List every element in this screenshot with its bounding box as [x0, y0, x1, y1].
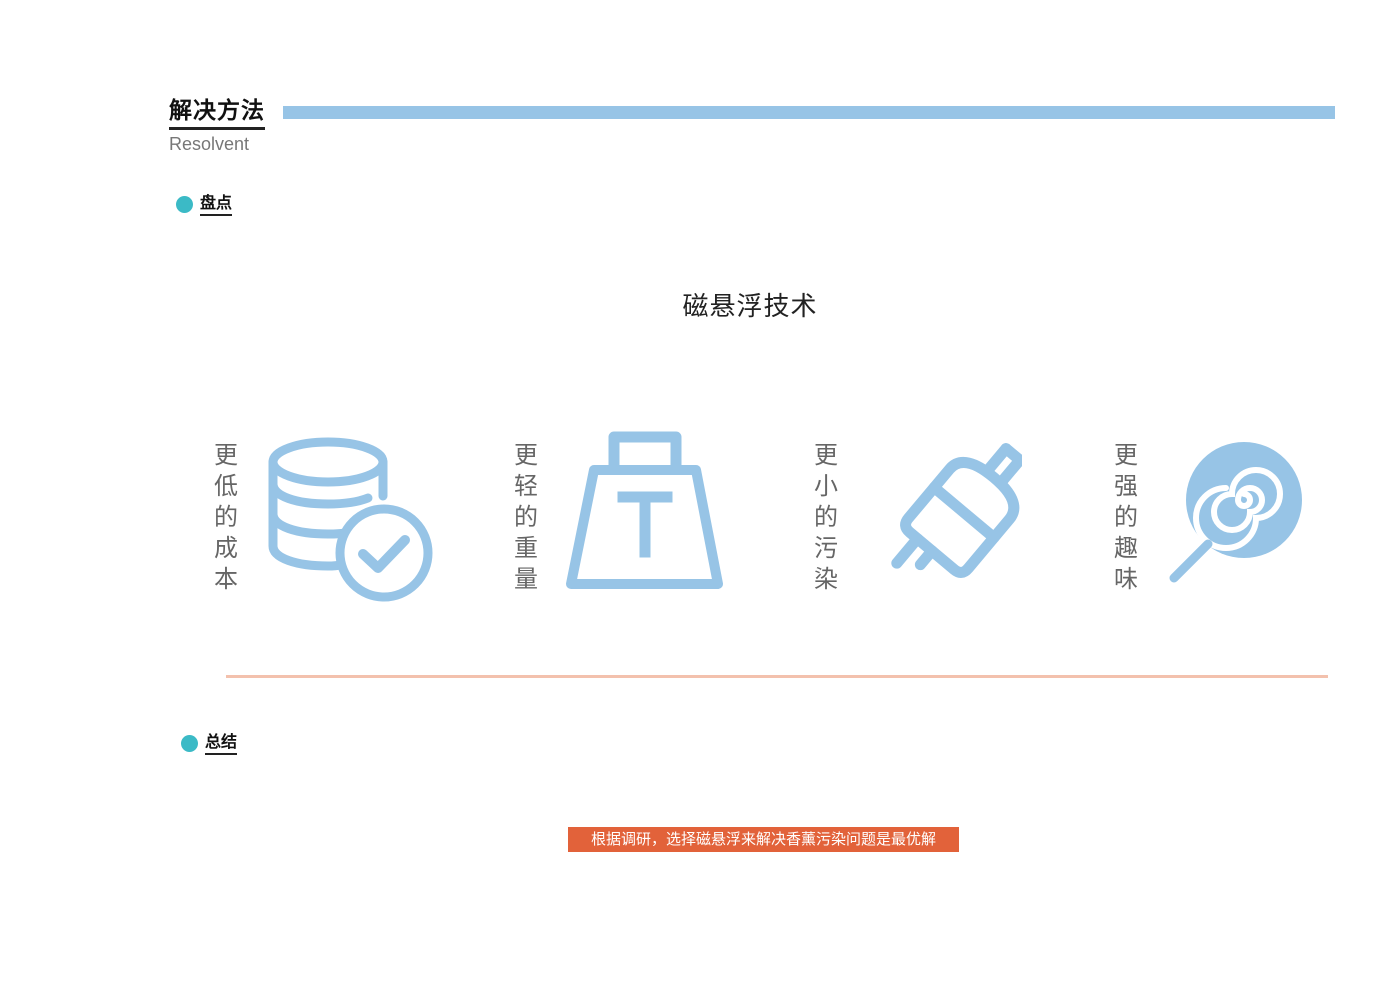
feature-label-cost: 更低的成本 — [214, 441, 238, 593]
section-inventory-heading: 盘点 — [176, 193, 233, 216]
page-subtitle: Resolvent — [169, 134, 250, 154]
database-check-icon — [268, 437, 433, 602]
weight-icon — [566, 431, 723, 589]
broom-icon — [891, 443, 1022, 578]
bullet-dot-icon — [181, 735, 198, 752]
conclusion-banner: 根据调研，选择磁悬浮来解决香薰污染问题是最优解 — [568, 827, 959, 852]
page-title-block: 解决方法 Resolvent — [169, 96, 265, 155]
feature-label-weight: 更轻的重量 — [514, 441, 538, 593]
page-title: 解决方法 — [169, 96, 265, 130]
header-accent-bar — [283, 106, 1335, 119]
bullet-dot-icon — [176, 196, 193, 213]
section-summary-heading: 总结 — [181, 732, 238, 755]
section-summary-label: 总结 — [205, 732, 238, 755]
lollipop-icon — [1169, 442, 1302, 583]
section-inventory-label: 盘点 — [200, 193, 233, 216]
technology-headline: 磁悬浮技术 — [682, 292, 818, 322]
feature-label-fun: 更强的趣味 — [1114, 441, 1138, 593]
feature-label-pollution: 更小的污染 — [814, 441, 838, 593]
section-divider — [226, 675, 1328, 678]
